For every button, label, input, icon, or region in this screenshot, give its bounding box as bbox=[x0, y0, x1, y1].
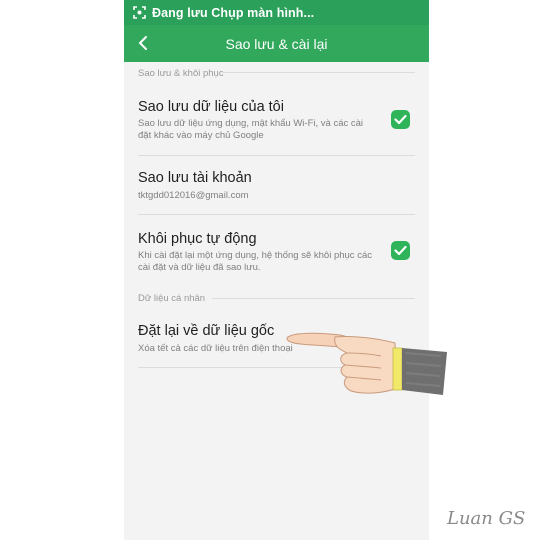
backup-data-checkbox[interactable] bbox=[391, 110, 410, 129]
watermark-signature: Luan GS bbox=[447, 508, 526, 529]
account-email: tktgdd012016@gmail.com bbox=[138, 190, 249, 201]
section-label-backup: Sao lưu & khôi phục bbox=[138, 68, 224, 79]
item-title: Sao lưu tài khoản bbox=[138, 170, 252, 186]
item-divider bbox=[138, 155, 415, 156]
section-divider bbox=[224, 72, 415, 73]
phone-screen: Đang lưu Chụp màn hình... Sao lưu & cài … bbox=[124, 0, 429, 540]
section-divider bbox=[212, 298, 415, 299]
section-label-personal: Dữ liệu cá nhân bbox=[138, 293, 206, 304]
item-title: Đặt lại về dữ liệu gốc bbox=[138, 323, 275, 339]
list-item-auto-restore[interactable]: Khôi phục tự động Khi cài đặt lại một ứn… bbox=[124, 228, 429, 288]
item-subtitle: Sao lưu dữ liệu ứng dụng, mật khẩu Wi-Fi… bbox=[138, 118, 364, 141]
status-bar: Đang lưu Chụp màn hình... bbox=[124, 0, 429, 25]
page-title: Sao lưu & cài lại bbox=[225, 36, 328, 52]
item-title: Khôi phục tự động bbox=[138, 231, 257, 247]
list-item-backup-account[interactable]: Sao lưu tài khoản tktgdd012016@gmail.com bbox=[124, 168, 429, 214]
item-divider bbox=[138, 214, 415, 215]
app-bar: Sao lưu & cài lại bbox=[124, 25, 429, 62]
auto-restore-checkbox[interactable] bbox=[391, 241, 410, 260]
item-title: Sao lưu dữ liệu của tôi bbox=[138, 99, 284, 115]
list-item-backup-my-data[interactable]: Sao lưu dữ liệu của tôi Sao lưu dữ liệu … bbox=[124, 95, 429, 155]
item-subtitle: Khi cài đặt lại một ứng dụng, hệ thống s… bbox=[138, 250, 372, 273]
status-text: Đang lưu Chụp màn hình... bbox=[152, 5, 315, 20]
screenshot-icon bbox=[132, 6, 146, 20]
pointing-hand-icon bbox=[285, 323, 450, 403]
